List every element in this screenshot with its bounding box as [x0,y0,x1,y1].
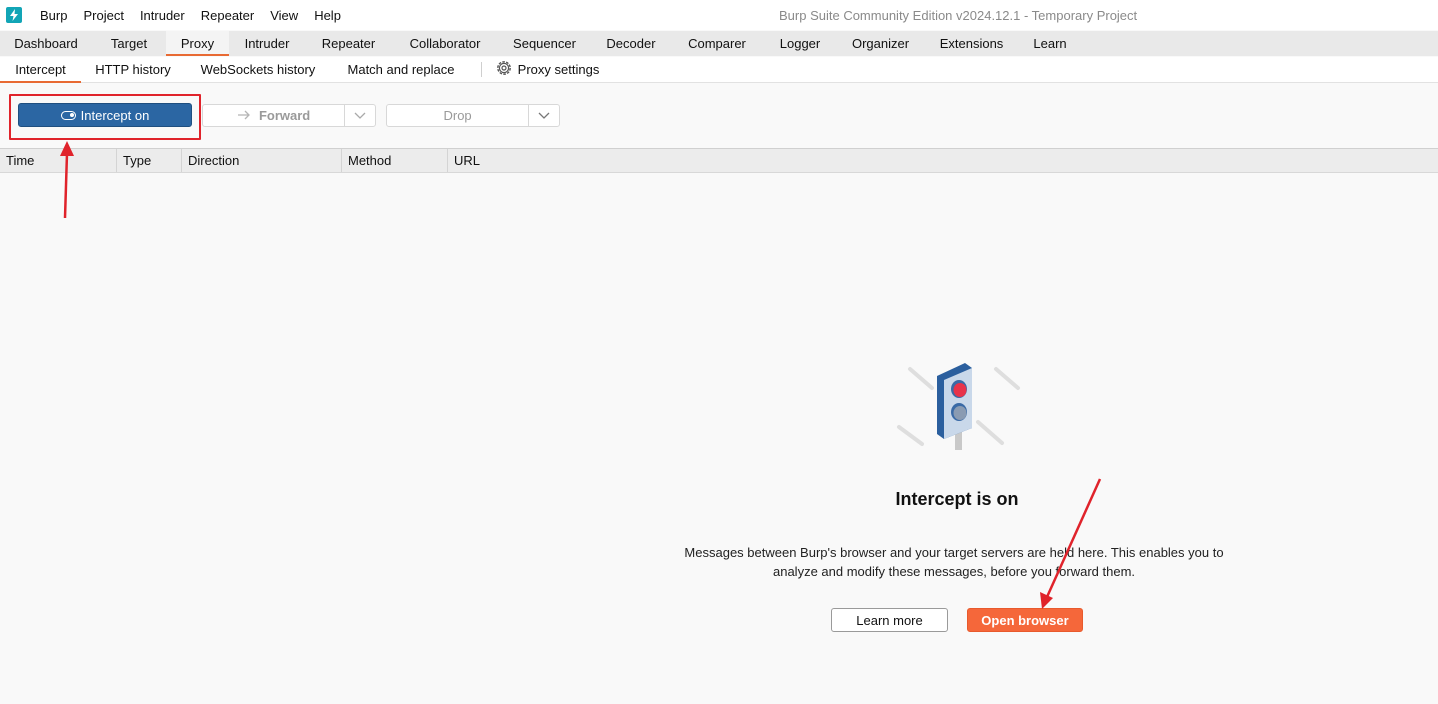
forward-split-button: Forward [202,104,376,127]
tab-organizer[interactable]: Organizer [837,31,924,56]
column-header-url[interactable]: URL [448,149,1438,172]
window-title: Burp Suite Community Edition v2024.12.1 … [779,8,1138,23]
intercept-toolbar: Intercept on Forward Drop [0,84,1438,147]
tab-decoder[interactable]: Decoder [591,31,671,56]
traffic-light-icon [897,363,1020,450]
drop-split-button: Drop [386,104,560,127]
proxy-settings-label: Proxy settings [517,62,600,77]
toggle-on-icon [60,110,76,120]
title-bar: Burp Project Intruder Repeater View Help… [0,0,1438,30]
subtab-match-and-replace[interactable]: Match and replace [331,57,471,82]
intercept-toggle-label: Intercept on [80,107,150,123]
empty-state-title: Intercept is on [895,489,1019,509]
menu-burp[interactable]: Burp [32,8,75,23]
tab-intruder[interactable]: Intruder [229,31,305,56]
subtab-intercept[interactable]: Intercept [0,57,81,83]
tab-collaborator[interactable]: Collaborator [392,31,498,56]
forward-button[interactable]: Forward [203,105,346,126]
tab-target[interactable]: Target [92,31,166,56]
column-header-method[interactable]: Method [342,149,448,172]
tab-proxy[interactable]: Proxy [166,31,229,56]
proxy-settings-button[interactable]: Proxy settings [492,57,602,82]
menu-view[interactable]: View [262,8,306,23]
open-browser-button[interactable]: Open browser [967,608,1083,632]
tab-logger[interactable]: Logger [763,31,837,56]
forward-options-button[interactable] [345,105,375,126]
drop-options-button[interactable] [529,105,559,126]
menu-project[interactable]: Project [75,8,131,23]
intercept-table-header: Time Type Direction Method URL [0,148,1438,173]
chevron-down-icon [354,112,366,119]
menu-help[interactable]: Help [306,8,349,23]
tab-extensions[interactable]: Extensions [924,31,1019,56]
drop-label: Drop [443,108,472,123]
tab-comparer[interactable]: Comparer [671,31,763,56]
gear-icon [495,59,513,80]
forward-label: Forward [258,108,311,123]
intercept-toggle-button[interactable]: Intercept on [18,103,192,127]
subtab-websockets-history[interactable]: WebSockets history [185,57,331,82]
tab-repeater[interactable]: Repeater [305,31,392,56]
arrow-right-icon [237,108,251,123]
column-header-type[interactable]: Type [117,149,182,172]
tab-dashboard[interactable]: Dashboard [0,31,92,56]
main-tab-bar: Dashboard Target Proxy Intruder Repeater… [0,31,1438,56]
burp-logo-icon [6,7,22,23]
tab-sequencer[interactable]: Sequencer [498,31,591,56]
proxy-sub-tab-bar: Intercept HTTP history WebSockets histor… [0,57,1438,83]
tab-learn[interactable]: Learn [1019,31,1081,56]
drop-button[interactable]: Drop [387,105,530,126]
column-header-time[interactable]: Time [0,149,117,172]
menu-intruder[interactable]: Intruder [132,8,193,23]
tab-divider [481,62,482,77]
chevron-down-icon [538,112,550,119]
subtab-http-history[interactable]: HTTP history [81,57,185,82]
column-header-direction[interactable]: Direction [182,149,342,172]
menu-repeater[interactable]: Repeater [193,8,262,23]
learn-more-button[interactable]: Learn more [831,608,948,632]
empty-state-description: Messages between Burp's browser and your… [684,545,1224,579]
